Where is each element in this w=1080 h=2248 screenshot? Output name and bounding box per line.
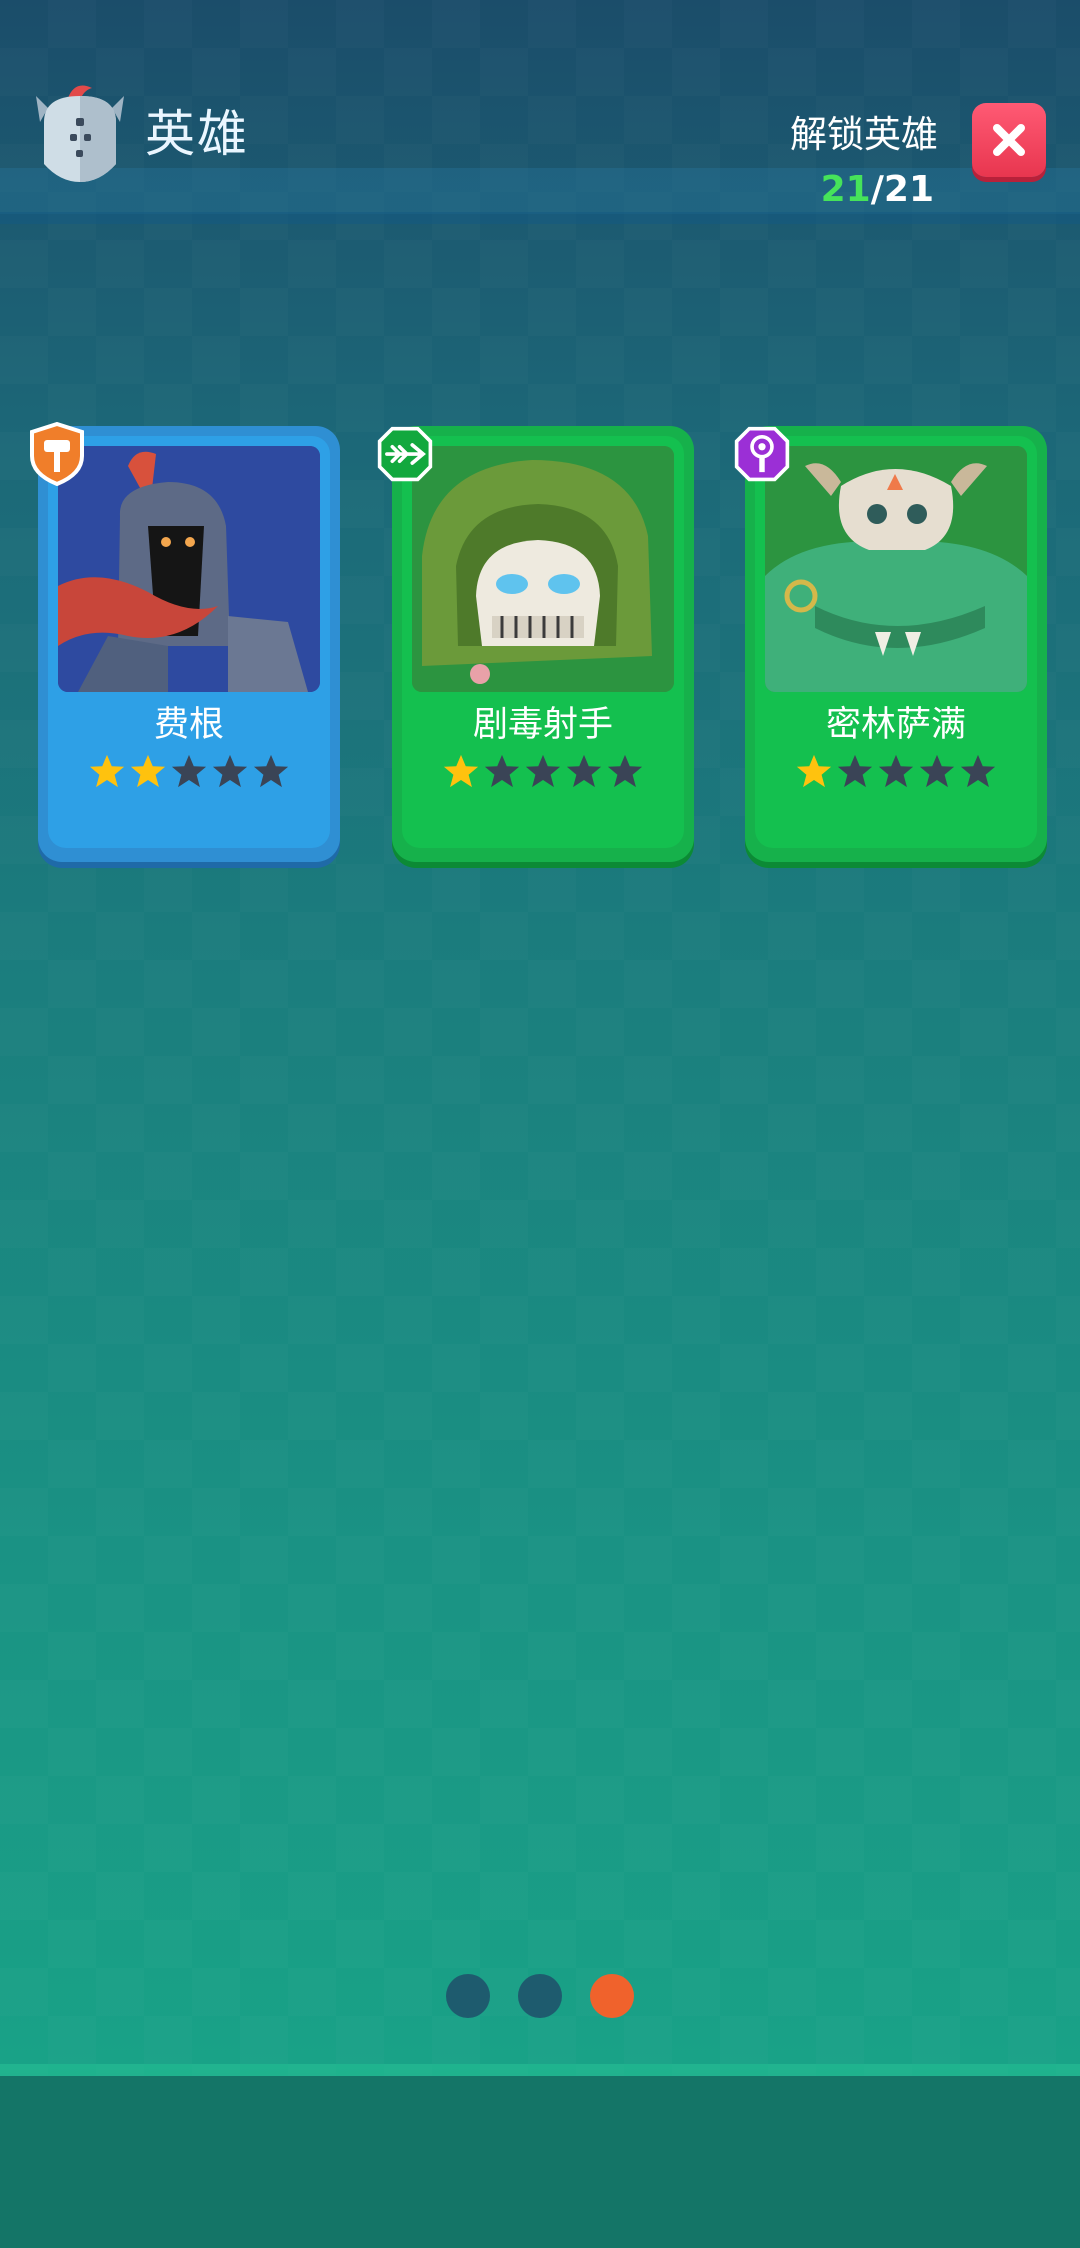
close-button[interactable]	[972, 103, 1046, 177]
hero-card[interactable]: 密林萨满	[734, 426, 1047, 862]
star-empty-icon	[607, 754, 643, 788]
star-empty-icon	[837, 754, 873, 788]
hero-card[interactable]: 费根	[30, 422, 340, 862]
page-dot[interactable]	[518, 1974, 562, 2018]
arrow-icon	[377, 426, 433, 482]
star-filled-icon	[796, 754, 832, 788]
hero-portrait	[765, 446, 1027, 692]
star-empty-icon	[171, 754, 207, 788]
hero-name: 密林萨满	[825, 705, 966, 745]
star-empty-icon	[878, 754, 914, 788]
knight-helmet-icon	[36, 85, 124, 182]
star-empty-icon	[484, 754, 520, 788]
star-empty-icon	[919, 754, 955, 788]
count-separator: /	[870, 169, 884, 210]
star-empty-icon	[253, 754, 289, 788]
unlocked-heroes-label: 解锁英雄	[790, 113, 938, 156]
hero-star-rating	[392, 752, 694, 790]
star-filled-icon	[443, 754, 479, 788]
hero-portrait	[58, 446, 320, 692]
star-empty-icon	[525, 754, 561, 788]
hero-name: 费根	[153, 705, 224, 745]
page-title: 英雄	[145, 105, 249, 163]
total-count-value: 21	[883, 169, 934, 210]
star-empty-icon	[960, 754, 996, 788]
magic-staff-icon	[734, 426, 790, 482]
page-indicator	[0, 1974, 1080, 2018]
close-icon	[993, 124, 1025, 156]
star-filled-icon	[130, 754, 166, 788]
header: 英雄 解锁英雄 21/21	[0, 0, 1080, 224]
footer-divider	[0, 2064, 1080, 2076]
header-divider	[0, 212, 1080, 224]
star-empty-icon	[212, 754, 248, 788]
background-pattern	[0, 0, 1080, 2248]
hero-star-rating	[745, 752, 1047, 790]
hero-name: 剧毒射手	[472, 705, 613, 745]
star-empty-icon	[566, 754, 602, 788]
hero-portrait	[412, 446, 674, 692]
hero-card[interactable]: 剧毒射手	[377, 426, 694, 862]
hammer-shield-icon	[30, 422, 84, 486]
hero-star-rating	[38, 752, 340, 790]
unlocked-count-value: 21	[820, 169, 871, 210]
page-dot-active[interactable]	[590, 1974, 634, 2018]
footer-bar	[0, 2076, 1080, 2248]
star-filled-icon	[89, 754, 125, 788]
unlocked-count: 21/21	[821, 168, 934, 212]
page-dot[interactable]	[446, 1974, 490, 2018]
